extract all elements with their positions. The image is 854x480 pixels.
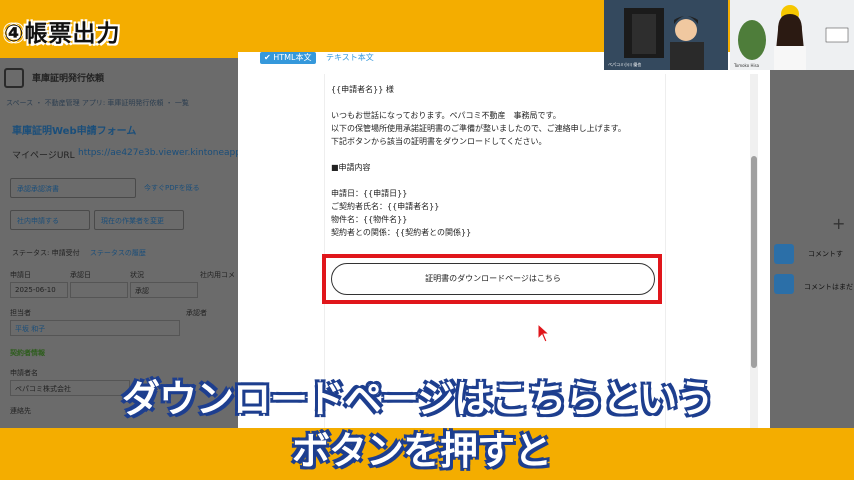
status-bar: ステータス: 申請受付 ステータスの履歴 [12, 248, 146, 258]
scrollbar-thumb[interactable] [751, 156, 757, 368]
owner-label: 担当者 [10, 309, 31, 317]
webcam-right: Tomoko Hisa [730, 0, 854, 70]
owner-value: 平坂 和子 [10, 320, 180, 336]
status-history-link[interactable]: ステータスの履歴 [90, 249, 146, 257]
applicant-value: ペパコミ株式会社 [10, 380, 130, 396]
comment-empty-text: コメントはまだ [804, 283, 853, 291]
status-label: ステータス: 申請受付 [12, 249, 80, 257]
mail-line: ■申請内容 [331, 163, 371, 172]
form-title: 車庫証明Web申請フォーム [12, 126, 137, 137]
download-page-button[interactable]: 証明書のダウンロードページはこちら [331, 263, 655, 295]
presenter-right-icon [730, 0, 854, 70]
mail-line: ご契約者氏名：{{申請者名}} [331, 202, 440, 211]
memo-label: 社内用コメ [200, 271, 235, 279]
state-label: 状況 [130, 271, 144, 279]
approval-date-label: 承認日 [70, 271, 91, 279]
state-value: 承認 [130, 282, 198, 298]
plus-icon[interactable]: + [832, 214, 845, 233]
mouse-cursor-icon [537, 323, 551, 343]
mail-line: 下記ボタンから該当の証明書をダウンロードしてください。 [331, 137, 547, 146]
mypage-label: マイページURL [12, 151, 75, 161]
assignee-select[interactable]: 現在の作業者を変更 [94, 210, 184, 230]
contact-label: 連絡先 [10, 407, 31, 415]
approval-select[interactable]: 承認承認済書 [10, 178, 136, 198]
mail-line: いつもお世話になっております。ペパコミ不動産 事務局です。 [331, 111, 561, 120]
breadcrumb[interactable]: スペース ・ 不動産管理 アプリ: 車庫証明発行依頼 ・ 一覧 [6, 98, 189, 108]
contract-section-heading: 契約者情報 [10, 349, 45, 357]
approval-date-value [70, 282, 128, 298]
comment-icon[interactable] [774, 244, 794, 264]
approver-label: 承認者 [186, 309, 207, 317]
webcam-left-name: ペパコミ小川 優也 [608, 62, 642, 67]
request-select[interactable]: 社内申請する [10, 210, 90, 230]
webcam-right-name: Tomoko Hisa [734, 63, 760, 68]
mail-line: {{申請者名}} 様 [331, 85, 394, 94]
mail-line: 申請日：{{申請日}} [331, 189, 408, 198]
app-logo-icon [4, 68, 24, 88]
mail-line: 以下の保管場所使用承諾証明書のご準備が整いましたので、ご連絡申し上げます。 [331, 124, 626, 133]
tab-text-body[interactable]: テキスト本文 [326, 52, 374, 64]
caption-line-2: ボタンを押すと [291, 428, 553, 474]
pdf-button[interactable]: 今すぐPDFを既る [138, 178, 238, 198]
date-label: 申請日 [10, 271, 31, 279]
section-title: ④帳票出力 [4, 21, 121, 47]
mail-line: 契約者との関係：{{契約者との関係}} [331, 228, 472, 237]
mail-line: 物件名：{{物件名}} [331, 215, 408, 224]
history-icon[interactable] [774, 274, 794, 294]
caption-line-1: ダウンロードページはこちらという [121, 376, 715, 422]
webcam-left: ペパコミ小川 優也 [604, 0, 728, 70]
applicant-label: 申請者名 [10, 369, 38, 377]
presenter-left-icon [604, 0, 728, 70]
mypage-url-link[interactable]: https://ae427e3b.viewer.kintoneapp.com [78, 148, 263, 158]
comment-text: コメントす [808, 250, 843, 258]
app-name: 車庫証明発行依頼 [32, 74, 105, 84]
tab-html-body[interactable]: ✔ HTML本文 [260, 52, 316, 64]
date-value: 2025-06-10 [10, 282, 68, 298]
